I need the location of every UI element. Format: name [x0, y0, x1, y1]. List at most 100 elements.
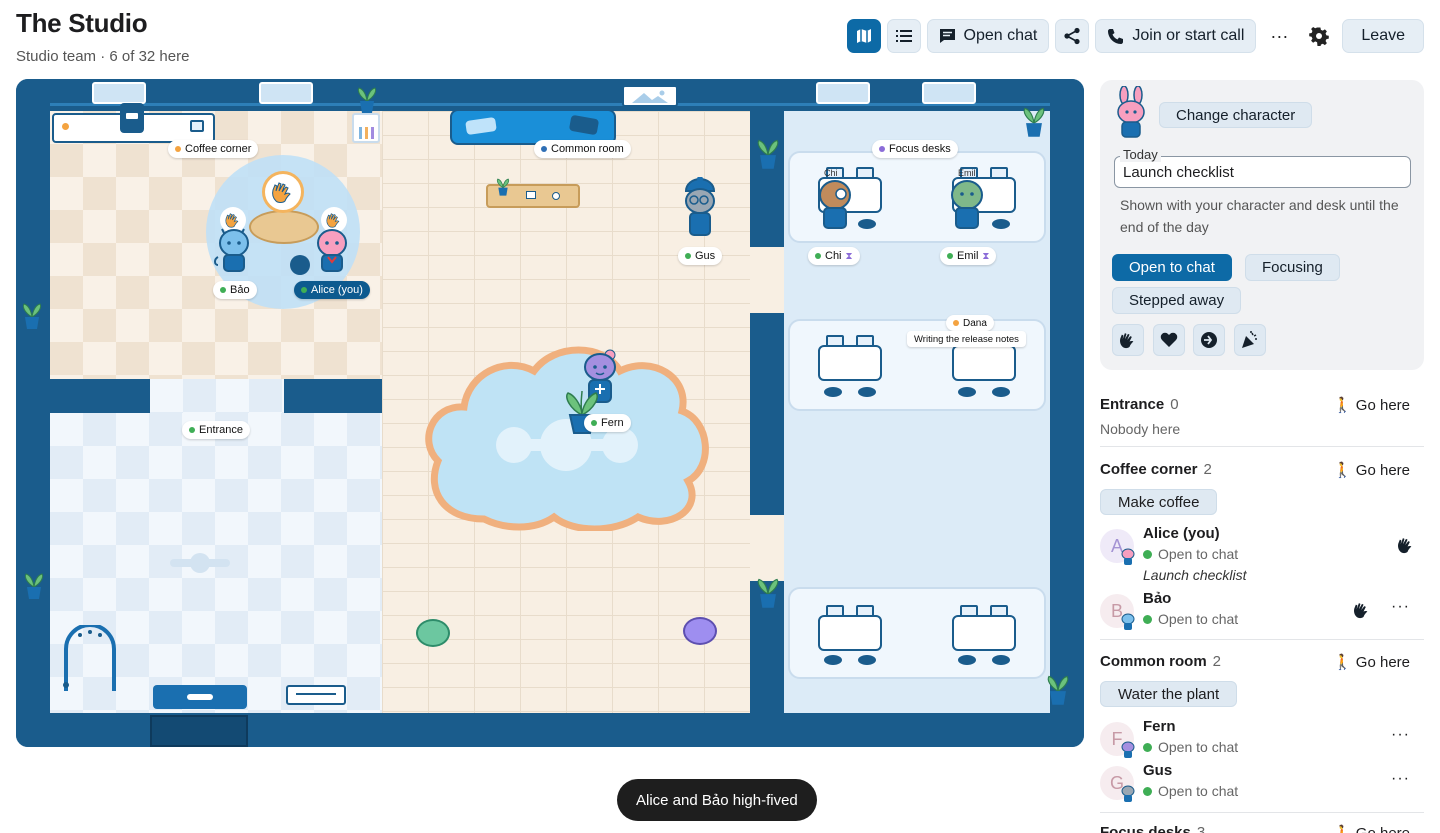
room-title: Coffee corner 2 [1100, 461, 1212, 478]
welcome-mat [153, 685, 247, 709]
plant-icon [22, 303, 42, 329]
go-here-button[interactable]: 🚶Go here [1333, 653, 1410, 672]
join-call-button[interactable]: Join or start call [1095, 19, 1257, 53]
online-dot [1143, 786, 1152, 796]
alice-nametag[interactable]: Alice (you) [294, 281, 370, 299]
make-coffee-button[interactable]: Make coffee [1100, 489, 1218, 515]
page-title: The Studio [16, 8, 148, 38]
more-options-button[interactable]: ··· [1391, 598, 1410, 616]
gus-character[interactable] [680, 177, 720, 243]
open-chat-button[interactable]: Open chat [926, 19, 1050, 53]
desk[interactable] [818, 605, 882, 651]
fern-nametag[interactable]: Fern [584, 414, 631, 432]
alice-character[interactable] [312, 221, 352, 279]
character-mini-icon [1121, 741, 1135, 758]
focus-desks-label[interactable]: Focus desks [872, 140, 958, 158]
party-button[interactable] [1234, 324, 1266, 356]
emil-nametag[interactable]: Emil ⧗ [940, 247, 997, 265]
bao-nametag[interactable]: Bảo [213, 281, 257, 299]
entrance-name: Entrance [199, 424, 244, 436]
entrance-label[interactable]: Entrance [182, 421, 251, 439]
bookshelf [352, 113, 380, 143]
plant-icon [757, 139, 779, 169]
my-character-avatar [1117, 86, 1145, 138]
away-dot [953, 320, 959, 326]
coffee-corner-label[interactable]: Coffee corner [168, 140, 259, 158]
desk[interactable] [952, 335, 1016, 381]
status-open-to-chat[interactable]: Open to chat [1112, 254, 1232, 281]
online-dot [1143, 549, 1152, 559]
dana-nametag[interactable]: Dana [946, 315, 994, 331]
settings-button[interactable] [1302, 19, 1336, 53]
room-dot [175, 146, 181, 152]
room-name: Focus desks [1100, 824, 1191, 833]
chair [958, 387, 976, 397]
go-here-label: Go here [1355, 824, 1410, 833]
go-here-button[interactable]: 🚶Go here [1333, 824, 1410, 833]
status-stepped-away[interactable]: Stepped away [1112, 287, 1242, 314]
left-wall [16, 111, 50, 713]
heart-button[interactable] [1153, 324, 1185, 356]
chair [992, 655, 1010, 665]
plant-icon [1023, 107, 1045, 137]
change-character-button[interactable]: Change character [1159, 102, 1313, 128]
bao-character[interactable] [214, 221, 254, 279]
more-icon: ··· [1270, 25, 1289, 46]
high-five-icon [1120, 333, 1134, 349]
high-five-icon [272, 182, 291, 203]
fern-name: Fern [601, 417, 624, 429]
high-five-icon[interactable] [1396, 535, 1416, 555]
go-here-button[interactable]: 🚶Go here [1333, 396, 1410, 415]
high-five-icon[interactable] [1352, 600, 1372, 620]
party-icon [1242, 331, 1257, 348]
more-options-button[interactable]: ··· [1391, 770, 1410, 788]
stool [290, 255, 310, 275]
online-dot [301, 287, 307, 293]
more-options-button[interactable]: ··· [1391, 726, 1410, 744]
list-view-button[interactable] [886, 19, 921, 53]
share-button[interactable] [1055, 19, 1090, 53]
common-room-label[interactable]: Common room [534, 140, 631, 158]
person-status: Open to chat [1143, 611, 1238, 627]
desk[interactable] [952, 605, 1016, 651]
front-door[interactable] [150, 715, 248, 747]
chi-character[interactable] [814, 173, 856, 237]
map-view-button[interactable] [846, 19, 881, 53]
leave-label: Leave [1361, 27, 1405, 44]
fist-bump-icon [1201, 332, 1217, 348]
walk-icon: 🚶 [1333, 397, 1352, 414]
emil-desk-tag: Emil [958, 168, 976, 178]
go-here-button[interactable]: 🚶Go here [1333, 461, 1410, 480]
list-item[interactable]: G Gus Open to chat ··· [1100, 762, 1424, 806]
bao-name: Bảo [230, 284, 250, 296]
hourglass-icon: ⧗ [982, 250, 990, 262]
share-icon [1064, 27, 1080, 45]
desk[interactable] [818, 335, 882, 381]
person-name: Fern [1143, 718, 1176, 735]
list-item[interactable]: F Fern Open to chat ··· [1100, 718, 1424, 762]
person-name: Bảo [1143, 590, 1172, 607]
list-item[interactable]: B Bảo Open to chat ··· [1100, 590, 1424, 634]
fist-bump-button[interactable] [1193, 324, 1225, 356]
room-section-coffee-corner: Coffee corner 2 🚶 Go here Make coffee A Al… [1100, 460, 1424, 635]
today-helper-text: Shown with your character and desk until… [1120, 197, 1399, 235]
emil-name: Emil [957, 250, 979, 262]
right-wall [1050, 111, 1084, 713]
chair [858, 655, 876, 665]
chi-nametag[interactable]: Chi ⧗ [808, 247, 860, 265]
character-mini-icon [1121, 613, 1135, 630]
leave-button[interactable]: Leave [1342, 19, 1424, 53]
emil-character[interactable] [946, 173, 988, 237]
gus-name: Gus [695, 250, 716, 262]
room-title: Entrance 0 [1100, 396, 1179, 413]
more-options-button[interactable]: ··· [1262, 19, 1296, 53]
list-item[interactable]: A Alice (you) Open to chat Launch checkl… [1100, 525, 1424, 583]
gus-nametag[interactable]: Gus [678, 247, 723, 265]
water-plant-button[interactable]: Water the plant [1100, 681, 1238, 707]
room-name: Common room [1100, 653, 1207, 670]
office-map[interactable]: Bảo Alice (you) Coffee corner Entrance C… [16, 79, 1084, 747]
online-dot [220, 287, 226, 293]
status-focusing[interactable]: Focusing [1245, 254, 1340, 281]
high-five-button[interactable] [1112, 324, 1144, 356]
online-dot [1143, 742, 1152, 752]
